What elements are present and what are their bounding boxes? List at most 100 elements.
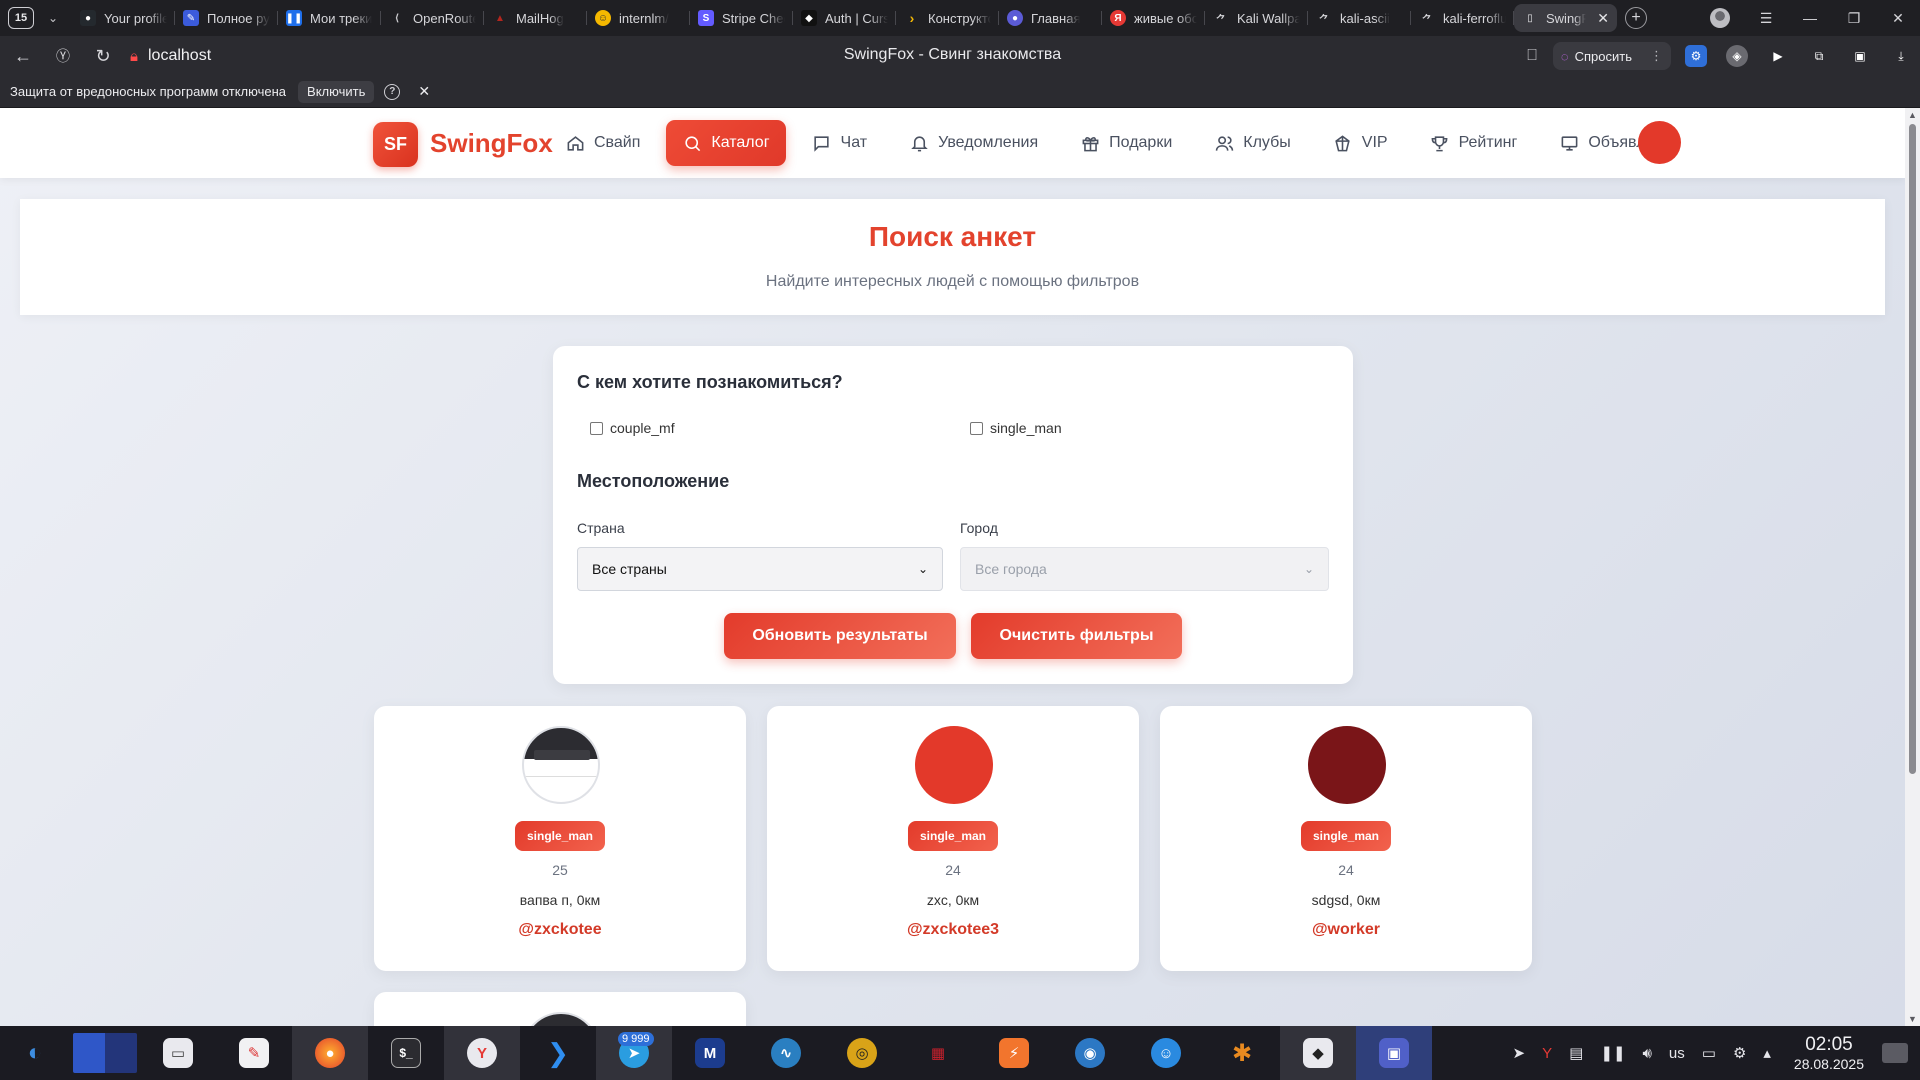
tab-8[interactable]: ›Конструктор [896,4,999,32]
clipboard-icon[interactable]: ▤ [1569,1044,1583,1062]
sublime-icon[interactable]: ⚡ [976,1026,1052,1080]
tab-11[interactable]: ⺈Kali Wallpaper [1205,4,1308,32]
nav-clubs[interactable]: Клубы [1198,120,1307,166]
tab-list-chevron-icon[interactable]: ⌄ [42,11,64,25]
profile-handle[interactable]: @zxckotee [374,921,746,939]
vscode-icon[interactable]: ❯ [520,1026,596,1080]
extension-icon-5[interactable]: ▣ [1849,45,1871,67]
tab-7[interactable]: ◆Auth | Cursor [793,4,896,32]
extension-icon-2[interactable]: ◈ [1726,45,1748,67]
text-editor-icon[interactable]: ✎ [216,1026,292,1080]
profile-handle[interactable]: @zxckotee3 [767,921,1139,939]
display-icon[interactable]: ▭ [1702,1044,1716,1062]
terminal-icon[interactable]: $_ [368,1026,444,1080]
spider-icon[interactable]: ✱ [1204,1026,1280,1080]
close-window-icon[interactable]: ✕ [1876,10,1920,27]
tab-counter-button[interactable]: 15 [8,7,34,29]
show-desktop-button[interactable] [1882,1043,1908,1063]
profile-card[interactable]: single_man 24 sdgsd, 0км @worker [1160,706,1532,971]
tab-1[interactable]: ✎Полное руководство [175,4,278,32]
nav-chat[interactable]: Чат [796,120,884,166]
profile-handle[interactable]: @worker [1160,921,1532,939]
nav-swipe[interactable]: Свайп [549,120,656,166]
telegram-tray-icon[interactable]: ➤ [1513,1044,1526,1062]
option-single-man[interactable]: single_man [970,420,1062,436]
page-scrollbar[interactable]: ▲ ▼ [1905,108,1920,1026]
tab-close-icon[interactable]: ✕ [1597,10,1609,27]
start-icon[interactable]: ◐ [0,1026,70,1080]
nav-gifts[interactable]: Подарки [1064,120,1188,166]
minimize-icon[interactable]: — [1788,10,1832,26]
scroll-thumb[interactable] [1909,124,1916,774]
pause-icon[interactable]: ❚❚ [1600,1044,1625,1062]
settings-icon[interactable]: ⚙ [1733,1044,1746,1062]
firefox-icon[interactable]: ● [292,1026,368,1080]
profile-card[interactable]: single_man 24 zxc, 0км @zxckotee3 [767,706,1139,971]
maximize-icon[interactable]: ❐ [1832,10,1876,27]
url-field[interactable]: 🔒︎ localhost [130,41,211,71]
new-tab-button[interactable]: + [1625,7,1647,29]
files-icon[interactable]: ▭ [140,1026,216,1080]
desktop-switcher-icon[interactable] [70,1026,140,1080]
tray-expand-icon[interactable]: ▴ [1763,1044,1771,1062]
keyboard-layout[interactable]: us [1669,1045,1685,1062]
logo-text[interactable]: SwingFox [430,128,553,159]
extension-icon-4[interactable]: ⧉ [1808,45,1830,67]
tab-13[interactable]: ⺈kali-ferrofluid [1411,4,1514,32]
profile-card[interactable]: single_man 25 вапва п, 0км @zxckotee [374,706,746,971]
checkbox[interactable] [970,421,983,435]
nav-catalog[interactable]: Каталог [666,120,786,166]
bookmark-icon[interactable]: ⎕ [1527,47,1537,65]
tab-6[interactable]: SStripe Checkout [690,4,793,32]
tab-3[interactable]: ⟨OpenRouter [381,4,484,32]
yandex-tray-icon[interactable]: Y [1542,1045,1552,1062]
option-couple-mf[interactable]: couple_mf [590,420,675,436]
hexchat-icon[interactable]: ☺ [1128,1026,1204,1080]
tab-10[interactable]: Яживые обои [1102,4,1205,32]
tab-9[interactable]: ● Главная [999,4,1102,32]
profile-icon[interactable] [1710,8,1730,28]
yandex-browser-icon[interactable]: Y [444,1026,520,1080]
profile-card-partial[interactable] [374,992,746,1026]
downloads-icon[interactable]: ⤓ [1890,45,1912,67]
wireshark-icon[interactable]: ∿ [748,1026,824,1080]
user-avatar[interactable] [1638,121,1681,164]
metasploit-icon[interactable]: M [672,1026,748,1080]
nav-rating[interactable]: Рейтинг [1414,120,1534,166]
more-icon[interactable]: ⋮ [1650,48,1663,64]
close-icon[interactable]: ✕ [418,83,430,100]
tab-active-swingfox[interactable]: ▯SwingFox✕ [1514,4,1617,32]
screenshot-app-icon[interactable]: ▣ [1356,1026,1432,1080]
nav-vip[interactable]: VIP [1317,120,1404,166]
clear-filters-button[interactable]: Очистить фильтры [971,613,1182,659]
ghidra-icon[interactable]: ◎ [824,1026,900,1080]
extension-icon-3[interactable]: ▶ [1767,45,1789,67]
telegram-icon[interactable]: ➤ 9 999 [596,1026,672,1080]
tab-2[interactable]: ❚❚ Мои треки [278,4,381,32]
menu-icon[interactable]: ☰ [1744,10,1788,27]
checkbox[interactable] [590,421,603,435]
zenmap-icon[interactable]: ◉ [1052,1026,1128,1080]
enable-protection-button[interactable]: Включить [298,80,375,103]
burp-icon[interactable]: ▦ [900,1026,976,1080]
help-icon[interactable]: ? [384,83,401,100]
insecure-lock-icon[interactable]: 🔒︎ [130,48,138,65]
volume-icon[interactable]: 🔊︎ [1642,1045,1651,1062]
extension-icon-1[interactable]: ⚙ [1685,45,1707,67]
country-select[interactable]: Все страны ⌄ [577,547,943,591]
tab-5[interactable]: ☺ internlm/ [587,4,690,32]
scroll-down-icon[interactable]: ▼ [1908,1014,1917,1024]
tab-12[interactable]: ⺈ kali-ascii [1308,4,1411,32]
ask-button[interactable]: ◌ Спросить ⋮ [1552,42,1671,70]
reload-icon[interactable]: ↻ [86,46,120,67]
tab-4[interactable]: ▲ MailHog [484,4,587,32]
tab-0[interactable]: ● Your profile [72,4,175,32]
nav-notifications[interactable]: Уведомления [893,120,1054,166]
back-icon[interactable]: ← [6,46,40,67]
clock[interactable]: 02:05 28.08.2025 [1794,1034,1864,1072]
cursor-app-icon[interactable]: ◆ [1280,1026,1356,1080]
update-results-button[interactable]: Обновить результаты [724,613,956,659]
yandex-home-icon[interactable]: Ⓨ [46,46,80,66]
logo-mark[interactable]: SF [373,122,418,167]
scroll-up-icon[interactable]: ▲ [1908,110,1917,120]
